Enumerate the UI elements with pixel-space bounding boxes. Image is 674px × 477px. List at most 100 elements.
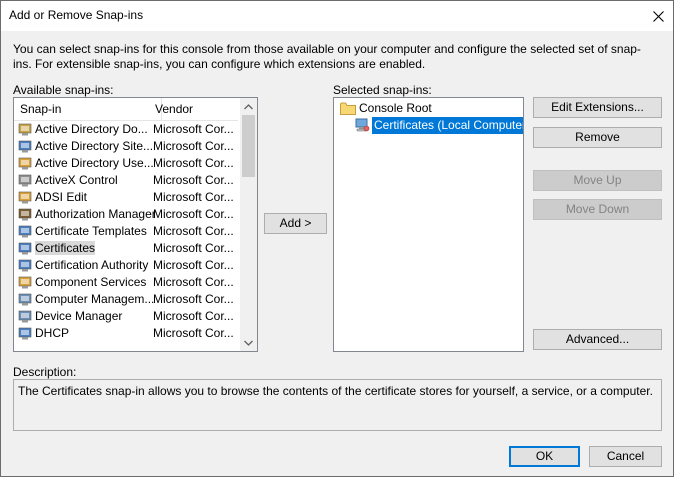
list-item[interactable]: Computer Managem... Microsoft Cor... <box>14 291 238 308</box>
list-item[interactable]: Authorization Manager Microsoft Cor... <box>14 206 238 223</box>
list-item-vendor: Microsoft Cor... <box>153 224 234 238</box>
list-item[interactable]: Certificate Templates Microsoft Cor... <box>14 223 238 240</box>
list-item-name: ActiveX Control <box>35 172 158 189</box>
list-item-vendor: Microsoft Cor... <box>153 190 234 204</box>
list-item-name-text: Active Directory Do... <box>35 122 148 136</box>
chevron-up-icon <box>244 103 253 109</box>
certificates-icon <box>18 241 33 256</box>
authorization-icon <box>18 207 33 222</box>
list-item-name: Device Manager <box>35 308 158 325</box>
list-item-name-text: Active Directory Use... <box>35 156 154 170</box>
list-item-name: Certificates <box>35 240 158 257</box>
add-button[interactable]: Add > <box>264 213 327 234</box>
list-item-name: Active Directory Site... <box>35 138 158 155</box>
list-item-name-text: Certificate Templates <box>35 224 147 238</box>
list-item-vendor: Microsoft Cor... <box>153 326 234 340</box>
list-item-name: Certificate Templates <box>35 223 158 240</box>
list-item-name: Certification Authority <box>35 257 158 274</box>
computer-management-icon <box>18 292 33 307</box>
device-manager-icon <box>18 309 33 324</box>
dhcp-icon <box>18 326 33 341</box>
list-item-name: Active Directory Use... <box>35 155 158 172</box>
add-remove-snapins-dialog: Add or Remove Snap-ins You can select sn… <box>0 0 674 477</box>
list-item[interactable]: ADSI Edit Microsoft Cor... <box>14 189 238 206</box>
list-item-name-text: Component Services <box>35 275 147 289</box>
list-item-name-text: ADSI Edit <box>35 190 88 204</box>
chevron-down-icon <box>244 340 253 346</box>
list-item-name: Authorization Manager <box>35 206 158 223</box>
list-item-name: DHCP <box>35 325 158 342</box>
move-down-button[interactable]: Move Down <box>533 199 662 220</box>
scroll-thumb[interactable] <box>242 115 255 177</box>
list-header: Snap-in Vendor <box>14 98 238 121</box>
ad-domains-icon <box>18 122 33 137</box>
list-item[interactable]: Certification Authority Microsoft Cor... <box>14 257 238 274</box>
selected-snapins-label: Selected snap-ins: <box>333 83 432 97</box>
list-rows: Active Directory Do... Microsoft Cor... Ac… <box>14 121 238 351</box>
cert-authority-icon <box>18 258 33 273</box>
description-text: The Certificates snap-in allows you to b… <box>18 384 653 398</box>
list-item-vendor: Microsoft Cor... <box>153 292 234 306</box>
description-label: Description: <box>13 365 77 379</box>
list-item-vendor: Microsoft Cor... <box>153 156 234 170</box>
available-snapins-label: Available snap-ins: <box>13 83 114 97</box>
column-header-vendor[interactable]: Vendor <box>150 98 238 120</box>
column-header-snapin[interactable]: Snap-in <box>15 98 161 120</box>
close-icon <box>652 10 664 22</box>
intro-text: You can select snap-ins for this console… <box>13 42 641 71</box>
ad-sites-icon <box>18 139 33 154</box>
list-item-vendor: Microsoft Cor... <box>153 207 234 221</box>
close-button[interactable] <box>643 1 673 31</box>
list-item-name: ADSI Edit <box>35 189 158 206</box>
selected-snapins-tree[interactable]: Console Root Certificates (Local Compute… <box>333 97 524 352</box>
title-bar: Add or Remove Snap-ins <box>1 1 673 31</box>
list-item-name-text: Device Manager <box>35 309 123 323</box>
activex-icon <box>18 173 33 188</box>
folder-icon <box>340 102 356 115</box>
tree-label-console-root: Console Root <box>359 101 432 115</box>
certificates-icon <box>355 118 370 132</box>
component-services-icon <box>18 275 33 290</box>
list-item-name: Computer Managem... <box>35 291 158 308</box>
list-item-name-text: Authorization Manager <box>35 207 156 221</box>
ok-button[interactable]: OK <box>509 446 580 467</box>
list-item-name: Component Services <box>35 274 158 291</box>
list-item-name-text: Certificates <box>35 241 96 255</box>
list-item-vendor: Microsoft Cor... <box>153 241 234 255</box>
scroll-down-button[interactable] <box>240 334 257 351</box>
list-item[interactable]: Active Directory Use... Microsoft Cor... <box>14 155 238 172</box>
list-item-vendor: Microsoft Cor... <box>153 309 234 323</box>
move-up-button[interactable]: Move Up <box>533 170 662 191</box>
list-item[interactable]: Certificates Microsoft Cor... <box>14 240 238 257</box>
list-item-vendor: Microsoft Cor... <box>153 258 234 272</box>
remove-button[interactable]: Remove <box>533 127 662 148</box>
list-item[interactable]: ActiveX Control Microsoft Cor... <box>14 172 238 189</box>
available-snapins-list[interactable]: Snap-in Vendor Active Directory Do... Mic… <box>13 97 258 352</box>
cert-templates-icon <box>18 224 33 239</box>
list-item-vendor: Microsoft Cor... <box>153 139 234 153</box>
list-item-name-text: Computer Managem... <box>35 292 155 306</box>
list-item-name-text: Active Directory Site... <box>35 139 154 153</box>
list-item-name: Active Directory Do... <box>35 121 158 138</box>
vertical-scrollbar[interactable] <box>240 98 257 351</box>
cancel-button[interactable]: Cancel <box>589 446 662 467</box>
adsi-edit-icon <box>18 190 33 205</box>
list-item[interactable]: Active Directory Site... Microsoft Cor... <box>14 138 238 155</box>
list-item-vendor: Microsoft Cor... <box>153 122 234 136</box>
edit-extensions-button[interactable]: Edit Extensions... <box>533 97 662 118</box>
list-item-vendor: Microsoft Cor... <box>153 275 234 289</box>
window-title: Add or Remove Snap-ins <box>9 8 144 22</box>
list-item-name-text: ActiveX Control <box>35 173 118 187</box>
description-box: The Certificates snap-in allows you to b… <box>13 379 662 431</box>
list-item[interactable]: Component Services Microsoft Cor... <box>14 274 238 291</box>
list-item-name-text: DHCP <box>35 326 70 340</box>
list-item[interactable]: Device Manager Microsoft Cor... <box>14 308 238 325</box>
ad-users-icon <box>18 156 33 171</box>
list-item[interactable]: DHCP Microsoft Cor... <box>14 325 238 342</box>
tree-label-certificates: Certificates (Local Computer) <box>372 117 523 134</box>
list-item-vendor: Microsoft Cor... <box>153 173 234 187</box>
list-item-name-text: Certification Authority <box>35 258 149 272</box>
scroll-up-button[interactable] <box>240 98 257 115</box>
advanced-button[interactable]: Advanced... <box>533 329 662 350</box>
list-item[interactable]: Active Directory Do... Microsoft Cor... <box>14 121 238 138</box>
